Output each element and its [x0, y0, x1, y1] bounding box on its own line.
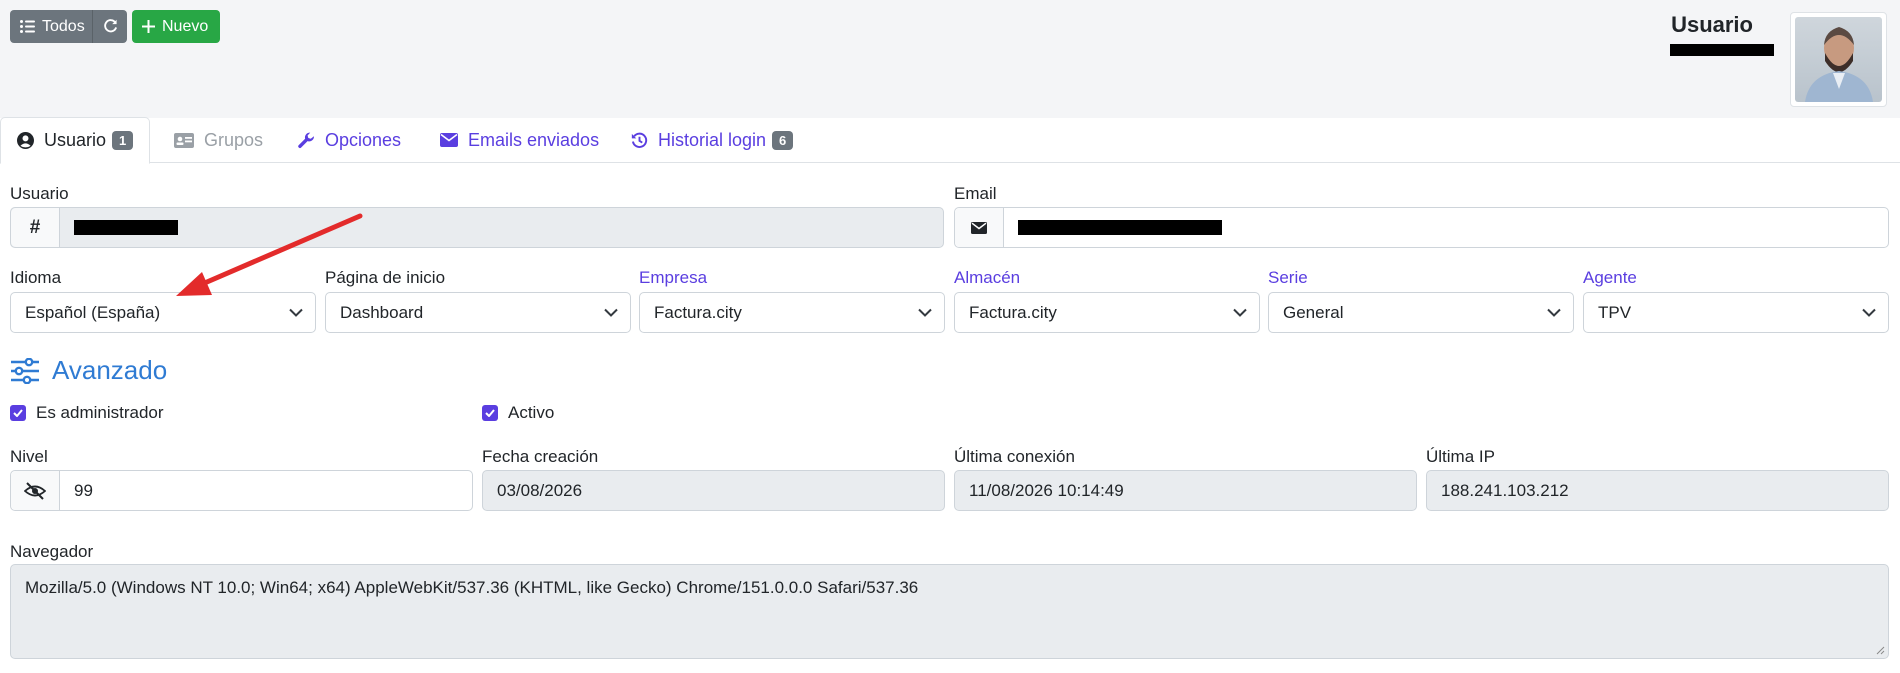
history-icon: [631, 132, 648, 148]
resize-handle-icon[interactable]: [1875, 645, 1885, 655]
plus-icon: [142, 20, 155, 33]
ultima-conexion-label: Última conexión: [954, 447, 1075, 466]
eye-slash-icon: [24, 481, 46, 500]
serie-select[interactable]: General: [1268, 292, 1574, 333]
new-label: Nuevo: [162, 17, 209, 35]
idioma-label: Idioma: [10, 268, 62, 287]
tab-historial-login[interactable]: Historial login 6: [631, 117, 794, 163]
ultima-ip-field[interactable]: 188.241.103.212: [1426, 470, 1889, 511]
idioma-value: Español (España): [25, 302, 161, 322]
ultima-conexion-field[interactable]: 11/08/2026 10:14:49: [954, 470, 1417, 511]
serie-link[interactable]: Serie: [1268, 268, 1308, 288]
tab-emails-enviados-label: Emails enviados: [468, 129, 600, 150]
navegador-value: Mozilla/5.0 (Windows NT 10.0; Win64; x64…: [25, 578, 919, 597]
tab-bar: Usuario 1 Grupos Opciones Emails enviado…: [0, 117, 1900, 164]
avanzado-title-text: Avanzado: [52, 355, 168, 385]
id-card-icon: [174, 132, 194, 148]
usuario-field[interactable]: #: [10, 207, 944, 248]
navegador-label: Navegador: [10, 542, 94, 561]
refresh-button[interactable]: [92, 10, 127, 43]
usuario-value: [60, 208, 943, 247]
redacted-usuario: [74, 220, 178, 235]
envelope-icon: [440, 133, 458, 147]
fecha-creacion-label: Fecha creación: [482, 447, 599, 466]
envelope-addon: [955, 208, 1004, 247]
tab-usuario[interactable]: Usuario 1: [0, 117, 151, 164]
nivel-value: 99: [74, 480, 93, 500]
empresa-value: Factura.city: [654, 302, 742, 322]
avatar: [1790, 12, 1887, 107]
nivel-field[interactable]: 99: [10, 470, 473, 511]
activo-label: Activo: [508, 403, 555, 422]
activo-checkbox[interactable]: Activo: [482, 403, 554, 423]
tab-usuario-badge: 1: [112, 131, 134, 150]
tab-grupos-label: Grupos: [204, 129, 264, 150]
chevron-down-icon: [1862, 308, 1876, 317]
empresa-select[interactable]: Factura.city: [639, 292, 945, 333]
empresa-link[interactable]: Empresa: [639, 268, 707, 288]
avanzado-section-title: Avanzado: [10, 355, 167, 386]
usuario-label: Usuario: [10, 184, 69, 203]
tab-usuario-label: Usuario: [44, 130, 107, 150]
email-field[interactable]: [954, 207, 1889, 248]
new-button[interactable]: Nuevo: [132, 10, 220, 43]
agente-link[interactable]: Agente: [1583, 268, 1637, 288]
tab-historial-login-badge: 6: [772, 130, 794, 150]
all-records-label: Todos: [42, 17, 85, 35]
page-title: Usuario: [1671, 12, 1753, 37]
redacted-username: [1670, 44, 1774, 56]
envelope-icon: [971, 221, 987, 234]
es-administrador-label: Es administrador: [36, 403, 164, 422]
sliders-icon: [11, 357, 39, 384]
agente-select[interactable]: TPV: [1583, 292, 1889, 333]
top-toolbar: [0, 0, 1900, 118]
refresh-icon: [103, 19, 117, 33]
almacen-value: Factura.city: [969, 302, 1057, 322]
idioma-select[interactable]: Español (España): [10, 292, 316, 333]
eye-slash-addon: [11, 471, 60, 510]
redacted-email: [1018, 220, 1222, 235]
wrench-icon: [298, 132, 314, 148]
checkmark-icon: [482, 405, 498, 421]
user-circle-icon: [17, 132, 34, 149]
pagina-inicio-select[interactable]: Dashboard: [325, 292, 631, 333]
tab-grupos[interactable]: Grupos: [174, 117, 263, 163]
nivel-label: Nivel: [10, 447, 48, 466]
chevron-down-icon: [1233, 308, 1247, 317]
tab-opciones-label: Opciones: [325, 129, 402, 150]
tab-historial-login-label: Historial login: [658, 129, 767, 150]
pagina-inicio-label: Página de inicio: [325, 268, 446, 287]
tab-opciones[interactable]: Opciones: [298, 117, 401, 163]
almacen-select[interactable]: Factura.city: [954, 292, 1260, 333]
ultima-ip-value: 188.241.103.212: [1441, 480, 1569, 500]
hash-icon: #: [11, 208, 60, 247]
es-administrador-checkbox[interactable]: Es administrador: [10, 403, 164, 423]
pagina-inicio-value: Dashboard: [340, 302, 424, 322]
navegador-textarea[interactable]: Mozilla/5.0 (Windows NT 10.0; Win64; x64…: [10, 564, 1889, 659]
serie-value: General: [1283, 302, 1344, 322]
tab-emails-enviados[interactable]: Emails enviados: [440, 117, 599, 163]
chevron-down-icon: [604, 308, 618, 317]
all-records-button[interactable]: Todos: [10, 10, 92, 43]
fecha-creacion-field[interactable]: 03/08/2026: [482, 470, 945, 511]
almacen-link[interactable]: Almacén: [954, 268, 1020, 288]
ultima-conexion-value: 11/08/2026 10:14:49: [969, 480, 1124, 500]
agente-value: TPV: [1598, 302, 1632, 322]
chevron-down-icon: [289, 308, 303, 317]
chevron-down-icon: [918, 308, 932, 317]
all-records-button-group: Todos: [10, 10, 127, 43]
avatar-photo: [1795, 17, 1882, 102]
email-value: [1004, 208, 1888, 247]
ultima-ip-label: Última IP: [1426, 447, 1495, 466]
chevron-down-icon: [1547, 308, 1561, 317]
checkmark-icon: [10, 405, 26, 421]
fecha-creacion-value: 03/08/2026: [497, 480, 583, 500]
email-label: Email: [954, 184, 997, 203]
list-icon: [20, 20, 35, 33]
